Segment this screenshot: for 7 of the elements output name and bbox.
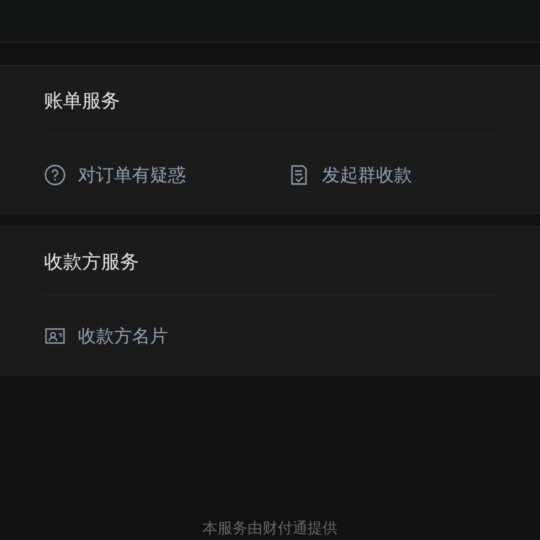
section-title: 收款方服务 (44, 250, 139, 275)
section-title: 账单服务 (44, 89, 120, 114)
footer-text: 本服务由财付通提供 (202, 519, 338, 538)
service-link[interactable]: 发起群收款 (288, 163, 496, 187)
service-link[interactable]: 收款方名片 (44, 324, 288, 348)
service-link[interactable]: 对订单有疑惑 (44, 163, 288, 187)
help-icon (44, 164, 66, 186)
